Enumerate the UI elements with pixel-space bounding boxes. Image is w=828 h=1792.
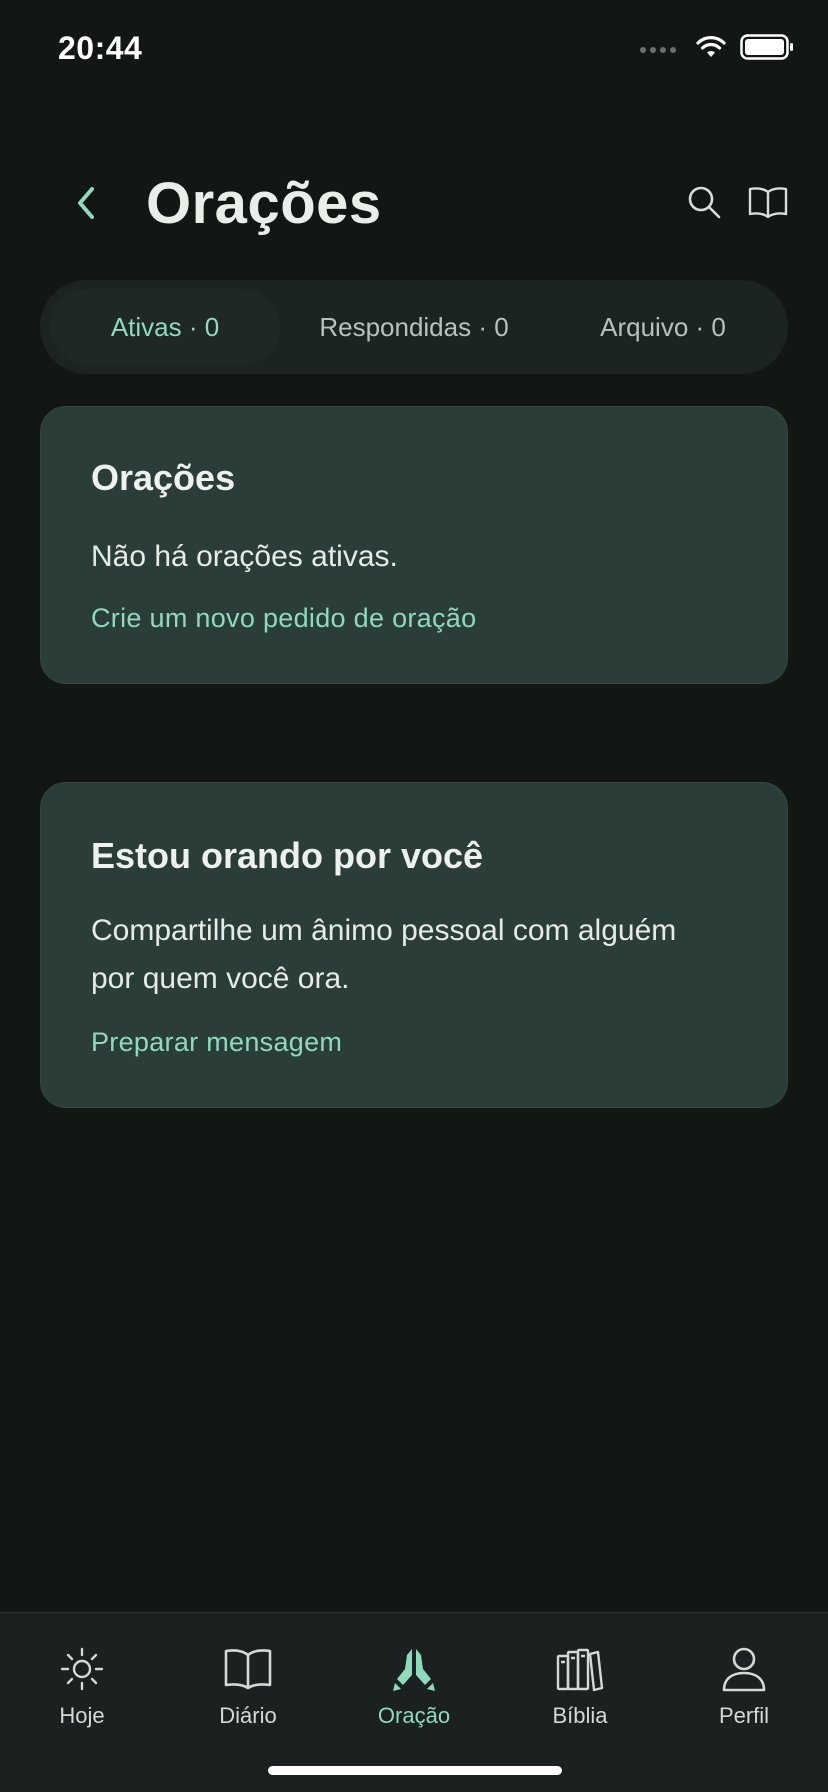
praying-hands-icon [388, 1643, 440, 1695]
praying-for-you-card: Estou orando por você Compartilhe um âni… [40, 782, 788, 1108]
prayers-screen: 20:44 Orações Ativas · 0 Respondidas · 0… [0, 0, 828, 1792]
card-title: Orações [91, 457, 236, 498]
header: Orações [0, 160, 828, 250]
filter-tabs: Ativas · 0 Respondidas · 0 Arquivo · 0 [40, 280, 788, 374]
nav-item-hoje[interactable]: Hoje [22, 1643, 142, 1729]
battery-icon [740, 34, 794, 65]
nav-label: Oração [377, 1703, 451, 1728]
cellular-signal-icon [640, 46, 676, 53]
status-bar: 20:44 [0, 0, 828, 100]
search-button[interactable] [682, 182, 726, 226]
home-indicator[interactable] [268, 1766, 562, 1775]
back-button[interactable] [66, 180, 106, 230]
status-icons [640, 34, 794, 65]
nav-label: Hoje [59, 1703, 105, 1728]
books-icon [554, 1643, 606, 1695]
prayers-card: Orações Não há orações ativas. Crie um n… [40, 406, 788, 684]
tab-ativas[interactable]: Ativas · 0 [50, 289, 280, 365]
prepare-message-link[interactable]: Preparar mensagem [91, 1027, 342, 1058]
nav-item-biblia[interactable]: Bíblia [520, 1643, 640, 1729]
nav-item-perfil[interactable]: Perfil [684, 1643, 804, 1729]
card-title: Estou orando por você [91, 835, 484, 876]
nav-item-diario[interactable]: Diário [188, 1643, 308, 1729]
nav-item-oracao[interactable]: Oração [354, 1643, 474, 1729]
nav-label: Bíblia [552, 1703, 608, 1728]
page-title: Orações [146, 171, 382, 236]
card-body: Não há orações ativas. [91, 540, 398, 573]
bible-button[interactable] [746, 182, 790, 226]
wifi-icon [696, 35, 726, 64]
chevron-left-icon [74, 185, 98, 226]
new-prayer-request-link[interactable]: Crie um novo pedido de oração [91, 603, 476, 634]
status-time: 20:44 [58, 30, 143, 66]
open-book-icon [222, 1643, 274, 1695]
nav-label: Diário [219, 1703, 277, 1728]
nav-label: Perfil [718, 1703, 770, 1728]
search-icon [686, 184, 722, 225]
tab-respondidas[interactable]: Respondidas · 0 [280, 289, 548, 365]
header-actions [682, 182, 790, 226]
bottom-tab-bar: Hoje Diário Oração Bíblia Perfil [0, 1612, 828, 1792]
tab-arquivo[interactable]: Arquivo · 0 [548, 289, 778, 365]
card-body: Compartilhe um ânimo pessoal com alguém … [91, 914, 677, 995]
open-book-icon [748, 185, 788, 224]
sun-icon [56, 1643, 108, 1695]
person-icon [718, 1643, 770, 1695]
